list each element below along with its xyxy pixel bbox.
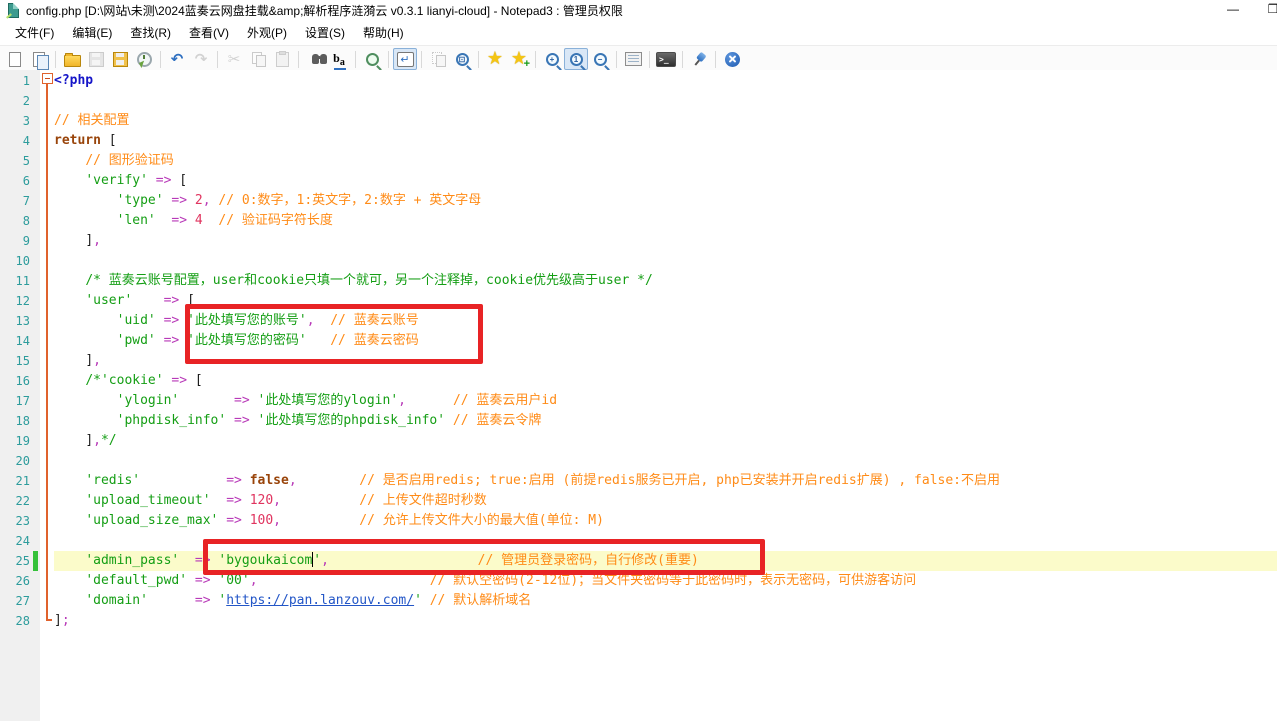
toolbar-separator <box>535 51 536 68</box>
menu-item-file[interactable]: 文件(F) <box>6 21 63 44</box>
pin-icon[interactable] <box>687 48 711 70</box>
redo-icon[interactable]: ↷ <box>189 48 213 70</box>
menu-item-search[interactable]: 查找(R) <box>121 21 180 44</box>
code-line-10[interactable] <box>54 251 1277 271</box>
save-as-icon[interactable] <box>108 48 132 70</box>
code-line-6[interactable]: 'verify' => [ <box>54 171 1277 191</box>
new-file-icon[interactable] <box>3 48 27 70</box>
code-line-20[interactable] <box>54 451 1277 471</box>
code-text[interactable]: <?php // 相关配置return [ // 图形验证码 'verify' =… <box>0 71 1277 631</box>
zoom-icon[interactable] <box>360 48 384 70</box>
toolbar-separator <box>421 51 422 68</box>
code-line-23[interactable]: 'upload_size_max' => 100, // 允许上传文件大小的最大… <box>54 511 1277 531</box>
code-line-16[interactable]: /*'cookie' => [ <box>54 371 1277 391</box>
save-icon[interactable] <box>84 48 108 70</box>
toolbar-separator <box>298 51 299 68</box>
code-line-2[interactable] <box>54 91 1277 111</box>
code-line-11[interactable]: /* 蓝奏云账号配置，user和cookie只填一个就可，另一个注释掉，cook… <box>54 271 1277 291</box>
cut-icon[interactable]: ✂ <box>222 48 246 70</box>
code-line-8[interactable]: 'len' => 4 // 验证码字符长度 <box>54 211 1277 231</box>
copy-icon[interactable] <box>246 48 270 70</box>
code-line-21[interactable]: 'redis' => false, // 是否启用redis; true:启用 … <box>54 471 1277 491</box>
menu-bar: 文件(F)编辑(E)查找(R)查看(V)外观(P)设置(S)帮助(H) <box>0 20 1277 45</box>
editor-area[interactable]: 1234567891011121314151617181920212223242… <box>0 70 1277 726</box>
code-line-18[interactable]: 'phpdisk_info' => '此处填写您的phpdisk_info' /… <box>54 411 1277 431</box>
maximize-button[interactable]: ❐ <box>1258 0 1277 20</box>
menu-item-view[interactable]: 查看(V) <box>180 21 238 44</box>
code-line-19[interactable]: ],*/ <box>54 431 1277 451</box>
code-line-25[interactable]: 'admin_pass' => 'bygoukaicom', // 管理员登录密… <box>54 551 1277 571</box>
window-bottom-edge <box>0 721 1277 726</box>
zoom-in-icon[interactable]: + <box>540 48 564 70</box>
code-line-13[interactable]: 'uid' => '此处填写您的账号', // 蓝奏云账号 <box>54 311 1277 331</box>
notepad3-window: config.php [D:\网站\未测\2024蓝奏云网盘挂载&amp;解析程… <box>0 0 1277 726</box>
replace-icon[interactable]: ba <box>327 48 351 70</box>
toolbar-separator <box>160 51 161 68</box>
code-line-12[interactable]: 'user' => [ <box>54 291 1277 311</box>
terminal-icon[interactable]: >_ <box>654 48 678 70</box>
new-window-icon[interactable] <box>27 48 51 70</box>
code-line-7[interactable]: 'type' => 2, // 0:数字，1:英文字，2:数字 + 英文字母 <box>54 191 1277 211</box>
menu-item-edit[interactable]: 编辑(E) <box>63 21 121 44</box>
toolbar-separator <box>55 51 56 68</box>
code-line-17[interactable]: 'ylogin' => '此处填写您的ylogin', // 蓝奏云用户id <box>54 391 1277 411</box>
menu-item-help[interactable]: 帮助(H) <box>354 21 413 44</box>
copy-view-icon[interactable] <box>426 48 450 70</box>
add-favorite-icon[interactable]: ★+ <box>507 48 531 70</box>
toolbar-separator <box>649 51 650 68</box>
revert-history-icon[interactable] <box>132 48 156 70</box>
toolbar: ↶↷ ✂ ba ↵ ⊡ ★★+ +1− >_ <box>0 45 1277 73</box>
open-folder-icon[interactable] <box>60 48 84 70</box>
toolbar-separator <box>478 51 479 68</box>
paste-icon[interactable] <box>270 48 294 70</box>
code-line-24[interactable] <box>54 531 1277 551</box>
code-line-4[interactable]: return [ <box>54 131 1277 151</box>
zoom-sync-icon[interactable]: ⊡ <box>450 48 474 70</box>
menu-item-settings[interactable]: 设置(S) <box>296 21 354 44</box>
code-line-28[interactable]: ]; <box>54 611 1277 631</box>
toolbar-separator <box>715 51 716 68</box>
word-wrap-icon[interactable]: ↵ <box>393 48 417 70</box>
titlebar: config.php [D:\网站\未测\2024蓝奏云网盘挂载&amp;解析程… <box>0 0 1277 20</box>
code-line-27[interactable]: 'domain' => 'https://pan.lanzouv.com/' /… <box>54 591 1277 611</box>
code-line-14[interactable]: 'pwd' => '此处填写您的密码' // 蓝奏云密码 <box>54 331 1277 351</box>
minimize-button[interactable]: — <box>1218 0 1248 20</box>
toolbar-separator <box>682 51 683 68</box>
favorites-icon[interactable]: ★ <box>483 48 507 70</box>
toolbar-separator <box>388 51 389 68</box>
toolbar-separator <box>616 51 617 68</box>
code-line-26[interactable]: 'default_pwd' => '00', // 默认空密码(2-12位)；当… <box>54 571 1277 591</box>
app-icon <box>6 3 20 17</box>
code-line-1[interactable]: <?php <box>54 71 1277 91</box>
code-line-9[interactable]: ], <box>54 231 1277 251</box>
code-line-3[interactable]: // 相关配置 <box>54 111 1277 131</box>
code-line-5[interactable]: // 图形验证码 <box>54 151 1277 171</box>
window-title: config.php [D:\网站\未测\2024蓝奏云网盘挂载&amp;解析程… <box>26 2 623 19</box>
zoom-default-icon[interactable]: 1 <box>564 48 588 70</box>
toolbar-separator <box>355 51 356 68</box>
code-line-22[interactable]: 'upload_timeout' => 120, // 上传文件超时秒数 <box>54 491 1277 511</box>
zoom-out-icon[interactable]: − <box>588 48 612 70</box>
undo-icon[interactable]: ↶ <box>165 48 189 70</box>
exit-icon[interactable] <box>720 48 744 70</box>
document-list-icon[interactable] <box>621 48 645 70</box>
toolbar-separator <box>217 51 218 68</box>
code-line-15[interactable]: ], <box>54 351 1277 371</box>
menu-item-appearance[interactable]: 外观(P) <box>238 21 296 44</box>
find-icon[interactable] <box>303 48 327 70</box>
